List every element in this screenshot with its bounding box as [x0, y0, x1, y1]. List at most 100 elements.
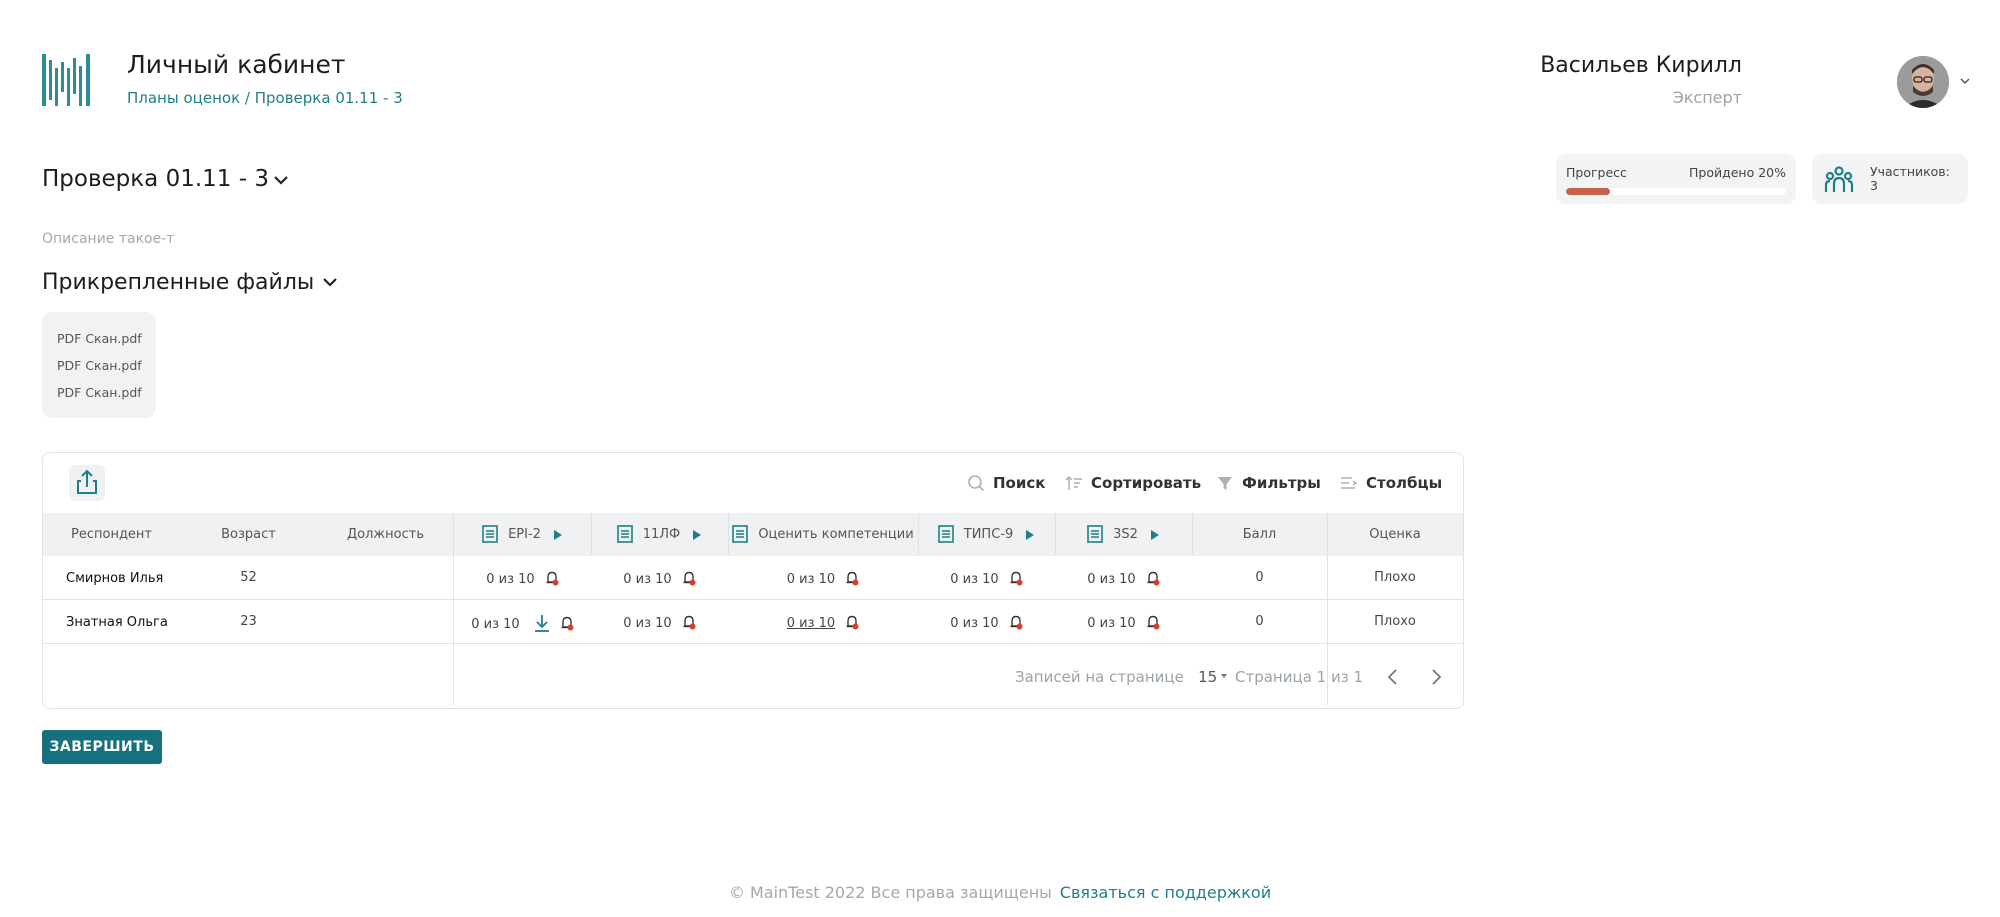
header-test-epi2[interactable]: EPI-2: [454, 513, 591, 556]
page-title: Личный кабинет: [127, 50, 346, 79]
document-icon: [937, 525, 954, 543]
bell-alert-icon[interactable]: [1009, 614, 1023, 630]
cell-respondent[interactable]: Знатная Ольга: [66, 615, 168, 630]
row-divider: [43, 643, 1463, 644]
bell-alert-icon[interactable]: [560, 615, 574, 631]
header-age[interactable]: Возраст: [180, 513, 317, 556]
cell-grade: Плохо: [1374, 570, 1416, 585]
header-test-11lf[interactable]: 11ЛФ: [591, 513, 728, 556]
progress-label: Прогресс: [1566, 165, 1627, 180]
cell-test-result[interactable]: 0 из 10: [1055, 570, 1192, 587]
cell-test-result[interactable]: 0 из 10: [728, 614, 918, 631]
cell-test-result[interactable]: 0 из 10: [454, 570, 591, 587]
header-test-3s2[interactable]: 3S2: [1055, 513, 1192, 556]
avatar[interactable]: [1897, 56, 1949, 108]
mt-logo-icon: [42, 54, 90, 106]
attached-files-list: PDF Скан.pdf PDF Скан.pdf PDF Скан.pdf: [42, 312, 156, 418]
cell-test-result[interactable]: 0 из 10: [918, 570, 1055, 587]
columns-button[interactable]: Столбцы: [1340, 474, 1442, 492]
progress-bar: [1566, 188, 1786, 195]
plan-description: Описание такое-т: [42, 231, 175, 247]
bell-alert-icon[interactable]: [1009, 570, 1023, 586]
play-icon[interactable]: [1025, 529, 1035, 541]
cell-respondent[interactable]: Смирнов Илья: [66, 571, 163, 586]
filter-icon: [1218, 477, 1232, 490]
test-result-value: 0 из 10: [1087, 572, 1136, 587]
per-page-label: Записей на странице: [1015, 668, 1184, 686]
header-test-tips9[interactable]: ТИПС-9: [918, 513, 1055, 556]
per-page-value[interactable]: 15: [1198, 668, 1217, 686]
bell-alert-icon[interactable]: [682, 614, 696, 630]
document-icon: [732, 525, 749, 543]
chevron-right-icon[interactable]: [1426, 667, 1446, 687]
bell-alert-icon[interactable]: [845, 570, 859, 586]
caret-down-icon[interactable]: [1219, 671, 1229, 681]
cell-test-result[interactable]: 0 из 10: [728, 570, 918, 587]
header-test-label: EPI-2: [508, 527, 541, 542]
play-icon[interactable]: [692, 529, 702, 541]
finish-button[interactable]: ЗАВЕРШИТЬ: [42, 730, 162, 764]
file-link[interactable]: PDF Скан.pdf: [57, 385, 142, 400]
cell-test-result[interactable]: 0 из 10: [591, 614, 728, 631]
chevron-down-icon[interactable]: [1958, 74, 1972, 88]
cell-test-result[interactable]: 0 из 10: [454, 614, 591, 632]
test-result-value: 0 из 10: [1087, 616, 1136, 631]
test-result-value: 0 из 10: [623, 616, 672, 631]
bell-alert-icon[interactable]: [1146, 614, 1160, 630]
columns-icon: [1341, 477, 1358, 489]
test-result-value: 0 из 10: [950, 616, 999, 631]
cell-test-result[interactable]: 0 из 10: [591, 570, 728, 587]
page-indicator: Страница 1 из 1: [1235, 668, 1363, 686]
bell-alert-icon[interactable]: [682, 570, 696, 586]
bell-alert-icon[interactable]: [1146, 570, 1160, 586]
plan-title: Проверка 01.11 - 3: [42, 166, 269, 192]
cell-test-result[interactable]: 0 из 10: [918, 614, 1055, 631]
search-button[interactable]: Поиск: [967, 474, 1045, 492]
file-link[interactable]: PDF Скан.pdf: [57, 358, 142, 373]
test-result-value: 0 из 10: [786, 572, 836, 587]
search-icon: [968, 475, 985, 492]
user-name: Васильев Кирилл: [1540, 53, 1742, 78]
play-icon[interactable]: [1150, 529, 1160, 541]
divider: [453, 513, 454, 705]
divider: [1192, 513, 1193, 556]
header-position[interactable]: Должность: [317, 513, 454, 556]
chevron-left-icon[interactable]: [1383, 667, 1403, 687]
document-icon: [616, 525, 633, 543]
breadcrumb[interactable]: Планы оценок / Проверка 01.11 - 3: [127, 89, 403, 107]
play-icon[interactable]: [553, 529, 563, 541]
columns-label: Столбцы: [1366, 474, 1443, 492]
plan-chevron-down-icon[interactable]: [271, 170, 291, 190]
header-test-competencies[interactable]: Оценить компетенции: [728, 513, 918, 556]
bell-alert-icon[interactable]: [545, 570, 559, 586]
members-label: Участников: 3: [1870, 165, 1950, 193]
filters-button[interactable]: Фильтры: [1216, 474, 1321, 492]
sort-button[interactable]: Сортировать: [1065, 474, 1201, 492]
bell-alert-icon[interactable]: [845, 614, 859, 630]
support-link[interactable]: Связаться с поддержкой: [1060, 883, 1271, 902]
header-grade[interactable]: Оценка: [1327, 513, 1463, 556]
file-link[interactable]: PDF Скан.pdf: [57, 331, 142, 346]
test-result-link[interactable]: 0 из 10: [787, 616, 835, 631]
cell-score: 0: [1255, 614, 1264, 629]
members-label-text: Участников:: [1870, 164, 1950, 179]
footer: © MainTest 2022 Все права защищены Связат…: [0, 883, 2000, 902]
avatar-photo-icon: [1897, 56, 1949, 108]
files-chevron-down-icon[interactable]: [320, 272, 340, 292]
export-button[interactable]: [69, 465, 105, 501]
header-respondent[interactable]: Респондент: [43, 513, 180, 556]
download-icon[interactable]: [534, 614, 550, 632]
attached-files-title: Прикрепленные файлы: [42, 270, 315, 295]
cell-grade: Плохо: [1374, 614, 1416, 629]
header-test-label: 3S2: [1113, 527, 1138, 542]
test-result-value: 0 из 10: [471, 617, 520, 632]
members-card: Участников: 3: [1812, 154, 1968, 204]
sort-icon: [1065, 475, 1082, 490]
per-page-selector[interactable]: Записей на странице 15: [1015, 668, 1229, 686]
header-score[interactable]: Балл: [1192, 513, 1327, 556]
cell-test-result[interactable]: 0 из 10: [1055, 614, 1192, 631]
progress-card: Прогресс Пройдено 20%: [1556, 154, 1796, 204]
progress-done-label: Пройдено 20%: [1688, 165, 1786, 180]
sort-label: Сортировать: [1091, 474, 1202, 492]
members-count: 3: [1870, 178, 1878, 193]
